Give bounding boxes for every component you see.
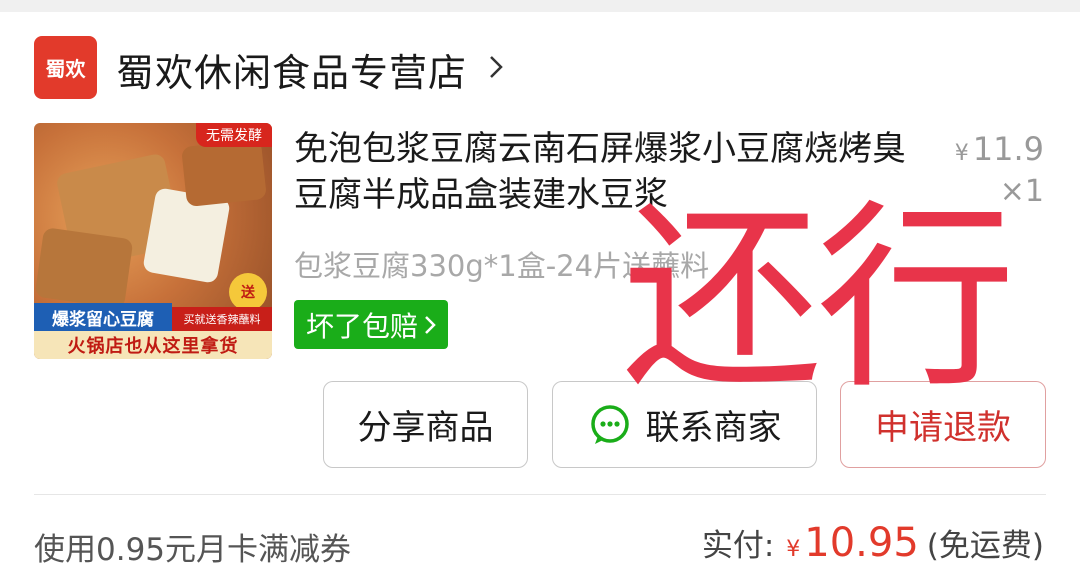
chat-bubble-icon: [590, 404, 629, 444]
store-logo-text: 蜀欢: [45, 57, 86, 81]
tofu-piece: [181, 138, 267, 208]
share-button-label: 分享商品: [357, 408, 494, 448]
chevron-right-icon: [425, 315, 436, 334]
top-separator: [0, 0, 1080, 12]
pay-amount: ¥10.95: [786, 520, 919, 566]
currency-symbol: ¥: [786, 537, 801, 562]
refund-button[interactable]: 申请退款: [840, 381, 1046, 468]
payment-summary: 实付: ¥10.95 (免运费): [702, 520, 1044, 566]
coupon-info: 使用0.95元月卡满减券: [34, 532, 352, 568]
divider: [34, 494, 1046, 495]
pay-amount-value: 10.95: [804, 520, 919, 566]
image-band: 买就送香辣蘸料: [172, 307, 272, 331]
pay-label: 实付:: [701, 528, 775, 564]
image-badge: 送: [229, 273, 267, 311]
product-spec: 包浆豆腐330g*1盒-24片送蘸料: [294, 249, 710, 283]
product-quantity: ×1: [999, 174, 1044, 209]
currency-symbol: ¥: [954, 141, 969, 166]
guarantee-badge[interactable]: 坏了包赔: [294, 300, 449, 349]
store-logo[interactable]: 蜀欢: [34, 36, 97, 99]
product-image[interactable]: 无需发酵 送 爆浆留心豆腐 买就送香辣蘸料 火锅店也从这里拿货: [34, 123, 272, 359]
product-price: ¥11.9: [955, 130, 1044, 168]
price-value: 11.9: [972, 130, 1044, 168]
chevron-right-icon[interactable]: [488, 54, 504, 80]
guarantee-label: 坏了包赔: [306, 309, 419, 343]
contact-seller-button[interactable]: 联系商家: [552, 381, 817, 468]
image-band: 爆浆留心豆腐: [34, 303, 172, 331]
handwritten-annotation: 还行: [622, 183, 1016, 416]
shipping-note: (免运费): [926, 528, 1044, 564]
share-button[interactable]: 分享商品: [323, 381, 528, 468]
product-title[interactable]: 免泡包浆豆腐云南石屏爆浆小豆腐烧烤臭豆腐半成品盒装建水豆浆: [294, 126, 914, 218]
contact-button-label: 联系商家: [645, 408, 782, 448]
tofu-piece: [34, 227, 134, 309]
store-name[interactable]: 蜀欢休闲食品专营店: [116, 42, 467, 97]
refund-button-label: 申请退款: [875, 408, 1011, 448]
image-tag: 无需发酵: [196, 123, 272, 147]
image-caption: 火锅店也从这里拿货: [34, 331, 272, 359]
